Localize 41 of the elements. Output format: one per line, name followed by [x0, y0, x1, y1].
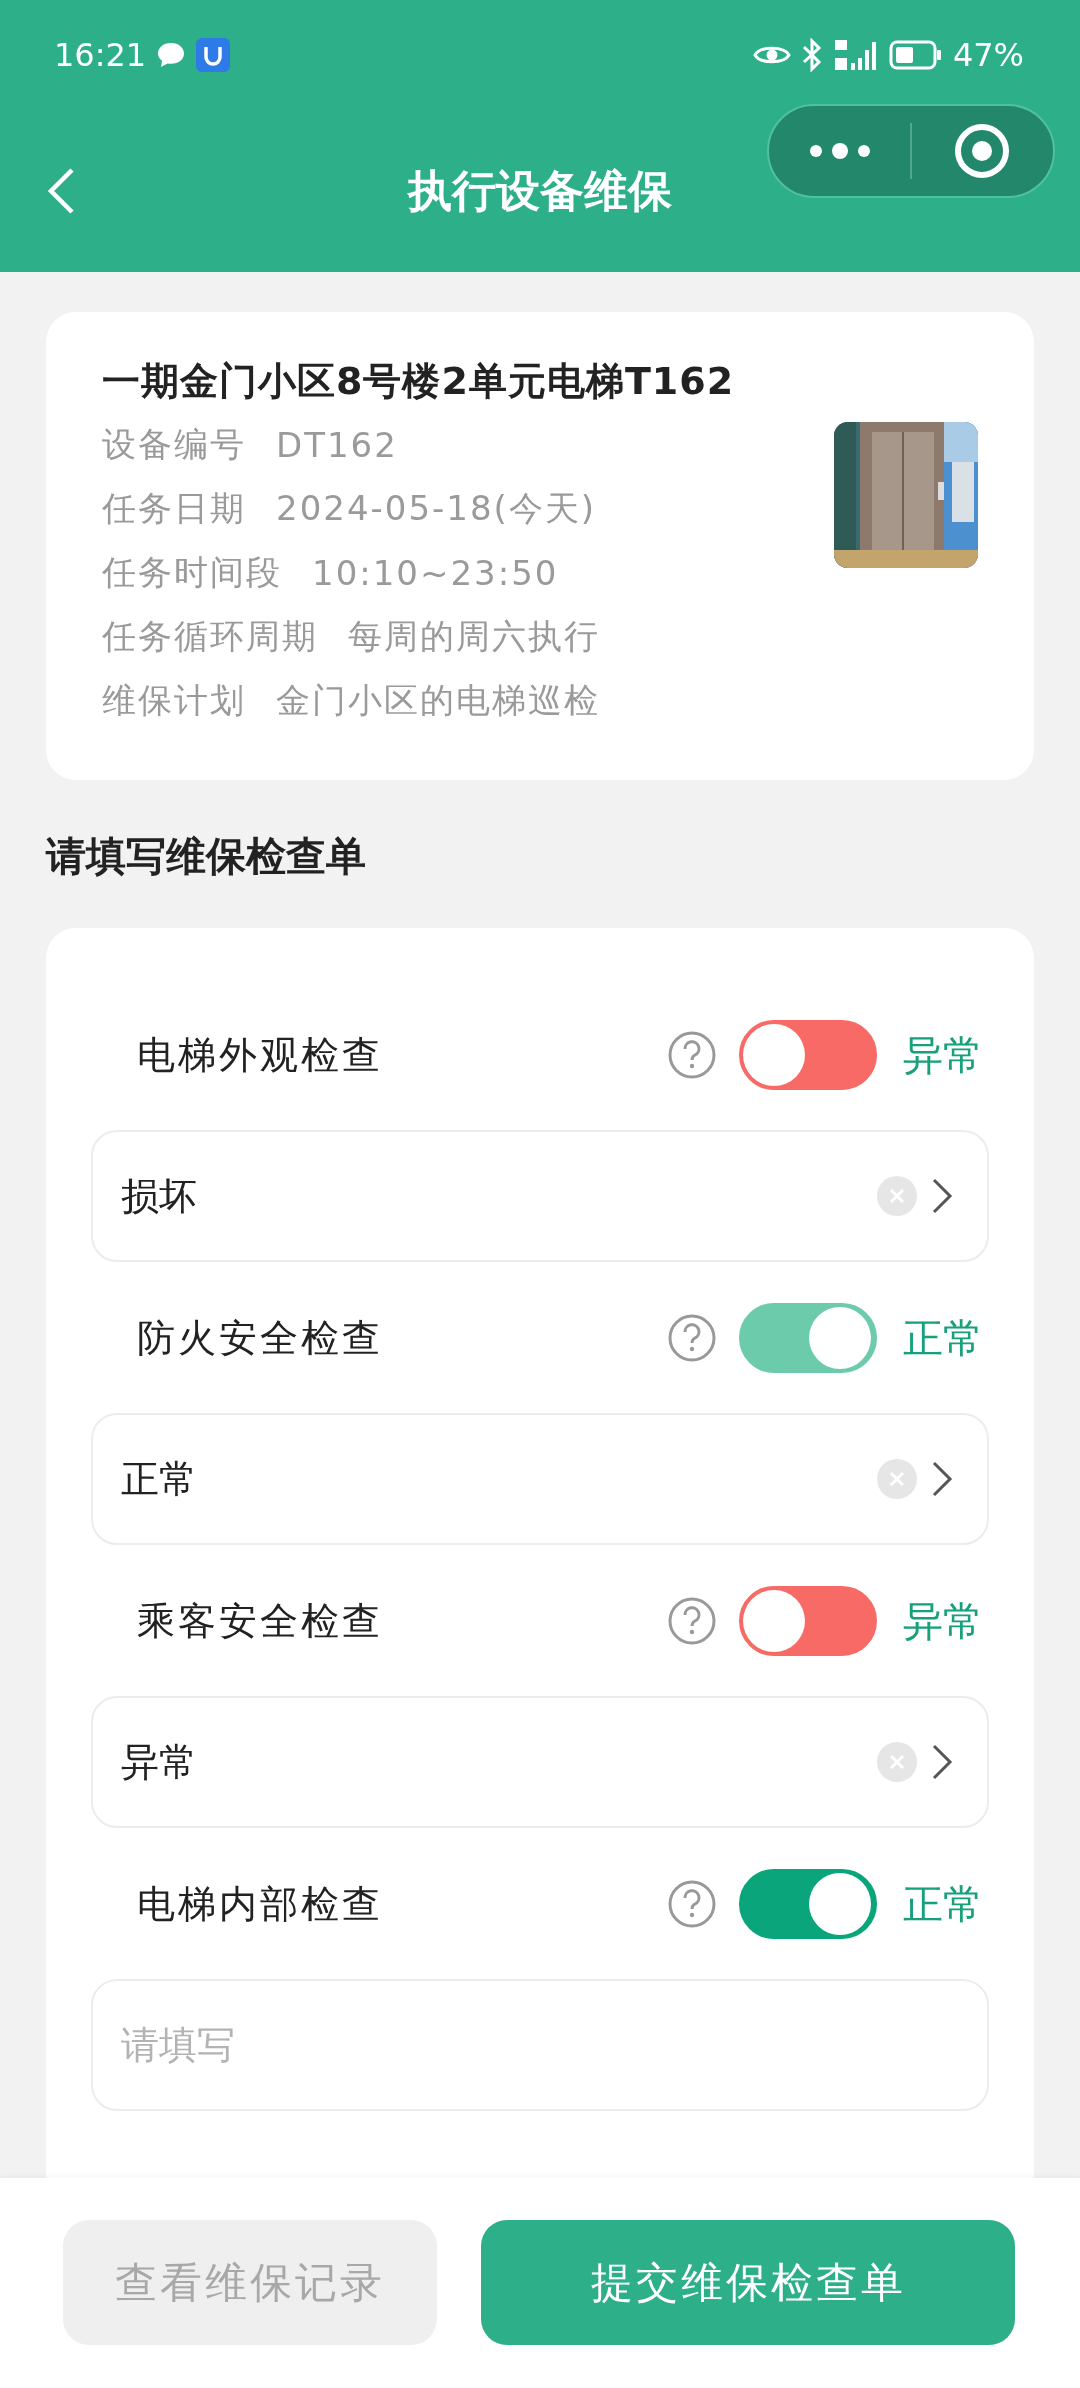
more-icon	[807, 141, 872, 161]
help-icon[interactable]	[667, 1879, 717, 1929]
clock-time: 16:21	[54, 36, 147, 74]
field-value: 2024-05-18(今天)	[276, 487, 597, 530]
field-value: DT162	[276, 425, 398, 465]
section-title: 请填写维保检查单	[46, 832, 367, 881]
status-text: 正常	[903, 1879, 984, 1929]
back-button[interactable]	[46, 166, 76, 216]
field-label: 维保计划	[102, 679, 246, 722]
select-field[interactable]: 异常	[91, 1696, 989, 1828]
check-item-label: 乘客安全检查	[137, 1597, 384, 1645]
target-icon	[954, 123, 1011, 179]
field-label: 任务日期	[102, 487, 246, 530]
status-text: 正常	[903, 1313, 984, 1363]
select-field[interactable]: 损坏	[91, 1130, 989, 1262]
bluetooth-icon	[800, 38, 823, 72]
help-icon[interactable]	[667, 1313, 717, 1363]
field-label: 设备编号	[102, 423, 246, 466]
page-title: 执行设备维保	[408, 164, 672, 216]
check-item-label: 电梯内部检查	[137, 1880, 384, 1928]
battery-percentage: 47%	[952, 36, 1024, 74]
field-value: 10:10~23:50	[312, 553, 559, 593]
field-value: 每周的周六执行	[348, 615, 600, 658]
chevron-right-icon	[931, 1459, 953, 1499]
field-label: 任务循环周期	[102, 615, 318, 658]
input-field[interactable]: 请填写	[91, 1979, 989, 2111]
chevron-right-icon	[931, 1176, 953, 1216]
status-text: 异常	[903, 1030, 984, 1080]
status-text: 异常	[903, 1596, 984, 1646]
device-title: 一期金门小区8号楼2单元电梯T162	[102, 358, 736, 405]
chat-bubble-icon	[156, 41, 187, 69]
help-icon[interactable]	[667, 1030, 717, 1080]
chevron-right-icon	[931, 1742, 953, 1782]
signal-icon	[832, 38, 879, 72]
check-item-label: 电梯外观检查	[137, 1031, 384, 1079]
field-value: 金门小区的电梯巡检	[276, 679, 600, 722]
field-label: 任务时间段	[102, 551, 282, 594]
app-notification-icon	[196, 38, 231, 72]
check-item-label: 防火安全检查	[137, 1314, 384, 1362]
battery-icon	[888, 40, 943, 70]
help-icon[interactable]	[667, 1596, 717, 1646]
